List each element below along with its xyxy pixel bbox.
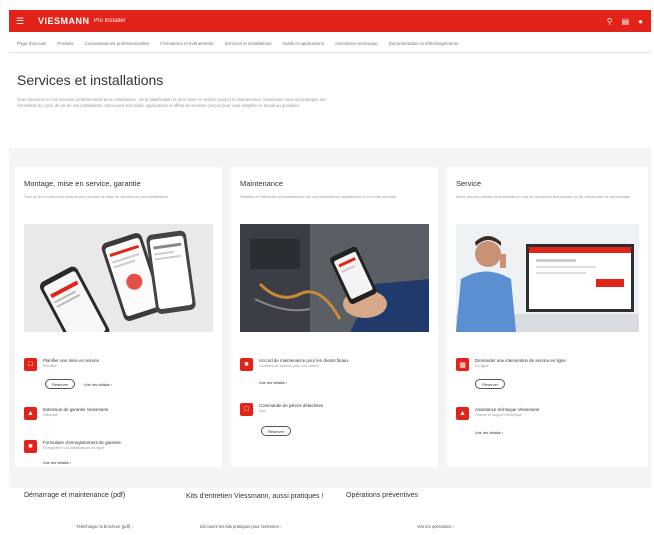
service-desk-image (456, 224, 639, 332)
item-title: Assistance technique Viessmann (475, 407, 540, 412)
item-subtitle: Contrats de service pour vos clients (259, 364, 320, 368)
card-title: Montage, mise en service, garantie (24, 179, 141, 188)
subnav-item[interactable]: Services et installations (224, 41, 271, 46)
details-link[interactable]: Voir les détails › (259, 380, 287, 385)
subnav-item[interactable]: Formations et événements (160, 41, 213, 46)
item-subtitle: En ligne (475, 364, 489, 368)
shield-icon: ▲ (24, 407, 37, 420)
page-intro: Vous trouverez ici nos services professi… (17, 97, 326, 109)
item-title: Demander une intervention de service en … (475, 358, 566, 363)
reserve-button[interactable]: Réserver (475, 379, 506, 389)
item-subtitle: Planifier (43, 364, 57, 368)
item-title: Commande de pièces détachées (259, 403, 324, 408)
list-item[interactable]: □ Planifier une mise en service Planifie… (24, 358, 99, 371)
list-item[interactable]: ■ Accord de maintenance pour les clients… (240, 358, 349, 371)
page-title: Services et installations (17, 72, 164, 88)
list-item[interactable]: ▦ Demander une intervention de service e… (456, 358, 566, 371)
top-navigation-bar: ☰ VIESMANN Pro Installer ⚲ ▤ ● (9, 10, 651, 32)
card-description: Notre service clients vous assiste en ca… (456, 194, 631, 199)
brand-subtitle: Pro Installer (93, 18, 126, 24)
bottom-section-title: Démarrage et maintenance (pdf) (24, 492, 126, 499)
item-title: Formulaire d'enregistrement de garantie (43, 440, 121, 445)
subnav-item[interactable]: Connaissances professionnelles (85, 41, 150, 46)
card-description: Tout ce dont vous avez besoin pour réuss… (24, 194, 170, 199)
phones-app-image (24, 224, 213, 332)
card-installation: Montage, mise en service, garantie Tout … (15, 167, 222, 467)
details-link[interactable]: Voir les détails › (475, 430, 503, 435)
bottom-link[interactable]: Découvrir les kits pratiques pour l'entr… (200, 524, 282, 529)
document-icon: ■ (24, 440, 37, 453)
card-title: Maintenance (240, 179, 283, 188)
item-title: Planifier une mise en service (43, 358, 100, 363)
divider (9, 52, 651, 53)
item-subtitle: App (259, 409, 266, 413)
list-item[interactable]: ■ Formulaire d'enregistrement de garanti… (24, 440, 121, 453)
bottom-link[interactable]: Voir les opérations › (417, 524, 454, 529)
reserve-button[interactable]: Réserver (45, 379, 76, 389)
bottom-section-title: Kits d'entretien Viessmann, aussi pratiq… (186, 493, 324, 500)
card-service: Service Notre service clients vous assis… (447, 167, 648, 467)
list-item[interactable]: ▲ Extension de garantie Viessmann Garant… (24, 407, 108, 420)
details-link[interactable]: Voir les détails › (43, 460, 71, 465)
app-icon: □ (24, 358, 37, 371)
maintenance-phone-image (240, 224, 429, 332)
bottom-section-title: Opérations préventives (346, 492, 418, 499)
item-title: Accord de maintenance pour les clients f… (259, 358, 349, 363)
shield-icon: ▲ (456, 407, 469, 420)
reserve-button[interactable]: Réserver (261, 426, 292, 436)
item-title: Extension de garantie Viessmann (43, 407, 109, 412)
subnav-item[interactable]: Outils et applications (283, 41, 325, 46)
tool-icon: ■ (240, 358, 253, 371)
card-title: Service (456, 179, 482, 188)
details-link[interactable]: Voir les détails › (84, 382, 112, 387)
subnav-item[interactable]: Page d'accueil (17, 41, 46, 46)
item-subtitle: Enregistrez vos installations en ligne (43, 446, 105, 450)
grid-icon: ▦ (456, 358, 469, 371)
cart-icon[interactable]: ▤ (622, 17, 630, 26)
subnav-item[interactable]: Assistance technique (335, 41, 378, 46)
item-subtitle: Hotline et support technique (475, 413, 523, 417)
brand-logo[interactable]: VIESMANN (38, 16, 90, 26)
list-item[interactable]: □ Commande de pièces détachées App (240, 403, 323, 416)
bottom-link[interactable]: Télécharger la brochure (pdf) › (76, 524, 133, 529)
subnav-item[interactable]: Produits (57, 41, 74, 46)
user-icon[interactable]: ● (638, 17, 643, 26)
search-icon[interactable]: ⚲ (607, 17, 613, 26)
card-description: Planifiez et effectuez la maintenance de… (240, 194, 398, 199)
header-actions: ⚲ ▤ ● (607, 17, 643, 26)
item-subtitle: Garantie (43, 413, 58, 417)
app-icon: □ (240, 403, 253, 416)
list-item[interactable]: ▲ Assistance technique Viessmann Hotline… (456, 407, 539, 420)
subnav-item[interactable]: Documentation et téléchargements (389, 41, 459, 46)
hamburger-icon[interactable]: ☰ (16, 16, 32, 27)
sub-navigation: Page d'accueil Produits Connaissances pr… (17, 41, 458, 46)
card-maintenance: Maintenance Planifiez et effectuez la ma… (231, 167, 438, 467)
